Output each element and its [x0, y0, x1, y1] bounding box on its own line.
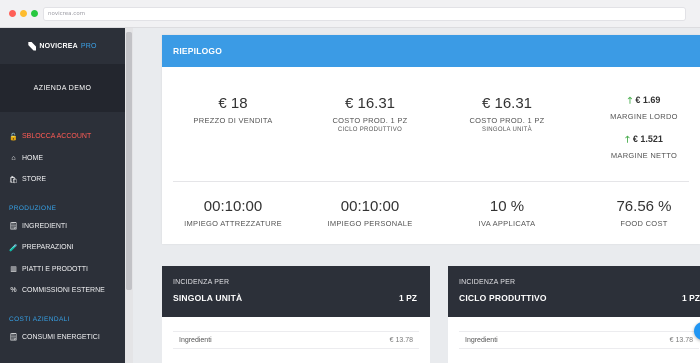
close-window-button[interactable] [9, 10, 16, 17]
energy-icon: 🗒 [9, 334, 18, 342]
sidebar-item-sblocca-account[interactable]: 🔓 SBLOCCA ACCOUNT [0, 126, 125, 148]
address-bar[interactable]: novicrea.com [43, 7, 686, 21]
sidebar-item-label: HOME [22, 154, 43, 162]
metric-food-cost: 76.56 % FOOD COST [584, 198, 700, 228]
row-value: € 13.78 [669, 336, 693, 344]
novicrea-logo-icon [28, 41, 37, 51]
incidence-card-subheading: SINGOLA UNITÀ [173, 293, 243, 303]
summary-card: RIEPILOGO € 18 PREZZO DI VENDITA € 16.31… [162, 35, 700, 244]
metric-value: € 1.521 [632, 134, 663, 144]
metric-margine-lordo: 🡑 € 1.69 MARGINE LORDO [594, 93, 694, 121]
sidebar-item-label: COMMISSIONI ESTERNE [22, 287, 105, 295]
metric-sublabel: SINGOLA UNITÀ [482, 127, 532, 133]
section-title-produzione: PRODUZIONE [9, 205, 57, 212]
metric-label: FOOD COST [620, 219, 668, 228]
sidebar-item-home[interactable]: ⌂ HOME [0, 148, 125, 170]
arrow-up-icon: 🡑 [625, 134, 630, 144]
section-title-costi-aziendali: COSTI AZIENDALI [9, 316, 70, 323]
incidence-card-quantity: 1 PZ [682, 293, 700, 303]
metric-label: PREZZO DI VENDITA [193, 116, 273, 125]
metric-value: 10 % [489, 198, 525, 215]
minimize-window-button[interactable] [20, 10, 27, 17]
metric-label: IMPIEGO ATTREZZATURE [184, 219, 282, 228]
metric-costo-ciclo: € 16.31 COSTO PROD. 1 PZ CICLO PRODUTTIV… [310, 95, 430, 133]
home-icon: ⌂ [11, 154, 16, 162]
metric-value: € 1.69 [635, 95, 661, 105]
metric-value: 76.56 % [616, 198, 672, 215]
sidebar-scrollbar[interactable] [125, 28, 133, 363]
sidebar-item-label: SBLOCCA ACCOUNT [22, 133, 92, 141]
metric-label: MARGINE LORDO [610, 112, 678, 121]
brand-name: NOVICREA [39, 42, 78, 50]
metric-value: € 18 [218, 95, 248, 112]
sidebar-item-ingredienti[interactable]: 🗒 INGREDIENTI [0, 216, 125, 238]
ingredients-icon: 🗒 [9, 223, 18, 231]
metric-costo-unita: € 16.31 COSTO PROD. 1 PZ SINGOLA UNITÀ [447, 95, 567, 133]
incidence-card-subheading: CICLO PRODUTTIVO [459, 293, 547, 303]
sidebar-nav: 🔓 SBLOCCA ACCOUNT ⌂ HOME 🛍 STORE PRODUZI… [0, 112, 125, 348]
percent-icon: % [10, 287, 17, 295]
metric-value: 00:10:00 [203, 198, 263, 215]
metric-value: € 16.31 [481, 95, 533, 112]
metric-label: COSTO PROD. 1 PZ [332, 116, 408, 125]
incidence-card-ciclo-produttivo: INCIDENZA PER CICLO PRODUTTIVO 1 PZ Ingr… [448, 266, 700, 363]
incidence-card-quantity: 1 PZ [399, 293, 417, 303]
sidebar-item-label: CONSUMI ENERGETICI [22, 333, 100, 341]
arrow-up-icon: 🡑 [627, 95, 633, 105]
brand-suffix: PRO [80, 42, 97, 50]
metric-label: MARGINE NETTO [610, 151, 678, 160]
store-icon: 🛍 [9, 176, 18, 184]
sidebar-item-store[interactable]: 🛍 STORE [0, 169, 125, 191]
incidence-card-header: INCIDENZA PER SINGOLA UNITÀ 1 PZ [162, 266, 430, 317]
metric-label: IMPIEGO PERSONALE [327, 219, 413, 228]
company-name[interactable]: AZIENDA DEMO [0, 64, 125, 112]
sidebar-item-label: PREPARAZIONI [22, 244, 74, 252]
maximize-window-button[interactable] [31, 10, 38, 17]
metric-sublabel: CICLO PRODUTTIVO [337, 127, 403, 133]
incidence-card-heading: INCIDENZA PER [173, 279, 230, 286]
sidebar: NOVICREA PRO AZIENDA DEMO 🔓 SBLOCCA ACCO… [0, 28, 125, 363]
incidence-card-heading: INCIDENZA PER [459, 279, 516, 286]
brand-logo[interactable]: NOVICREA PRO [0, 28, 125, 64]
sidebar-scrollbar-thumb[interactable] [126, 32, 132, 290]
metric-prezzo-vendita: € 18 PREZZO DI VENDITA [173, 95, 293, 125]
metric-value: 00:10:00 [340, 198, 400, 215]
table-row: Ingredienti € 13.78 [173, 331, 419, 349]
sidebar-item-piatti-e-prodotti[interactable]: ▥ PIATTI E PRODOTTI [0, 259, 125, 281]
metric-impiego-attrezzature: 00:10:00 IMPIEGO ATTREZZATURE [163, 198, 303, 228]
metric-label: COSTO PROD. 1 PZ [469, 116, 545, 125]
metric-impiego-personale: 00:10:00 IMPIEGO PERSONALE [305, 198, 435, 228]
incidence-card-singola-unita: INCIDENZA PER SINGOLA UNITÀ 1 PZ Ingredi… [162, 266, 430, 363]
row-label: Ingredienti [179, 336, 212, 344]
sidebar-item-consumi-energetici[interactable]: 🗒 CONSUMI ENERGETICI [0, 327, 125, 349]
metric-value: € 16.31 [344, 95, 396, 112]
metric-margine-netto: 🡑 € 1.521 MARGINE NETTO [594, 132, 694, 160]
metric-iva-applicata: 10 % IVA APPLICATA [447, 198, 567, 228]
sidebar-item-preparazioni[interactable]: 🧪 PREPARAZIONI [0, 237, 125, 259]
dishes-icon: ▥ [10, 266, 17, 274]
summary-divider [173, 181, 689, 182]
metric-label: IVA APPLICATA [478, 219, 536, 228]
summary-card-title: RIEPILOGO [162, 35, 700, 67]
unlock-icon: 🔓 [9, 133, 18, 141]
row-value: € 13.78 [389, 336, 413, 344]
sidebar-item-label: STORE [22, 176, 46, 184]
sidebar-item-commissioni-esterne[interactable]: % COMMISSIONI ESTERNE [0, 280, 125, 302]
preparations-icon: 🧪 [9, 244, 18, 252]
row-label: Ingredienti [465, 336, 498, 344]
incidence-card-header: INCIDENZA PER CICLO PRODUTTIVO 1 PZ [448, 266, 700, 317]
table-row: Ingredienti € 13.78 [459, 331, 699, 349]
sidebar-item-label: PIATTI E PRODOTTI [22, 265, 88, 273]
sidebar-item-label: INGREDIENTI [22, 222, 68, 230]
browser-toolbar: novicrea.com [0, 0, 700, 28]
